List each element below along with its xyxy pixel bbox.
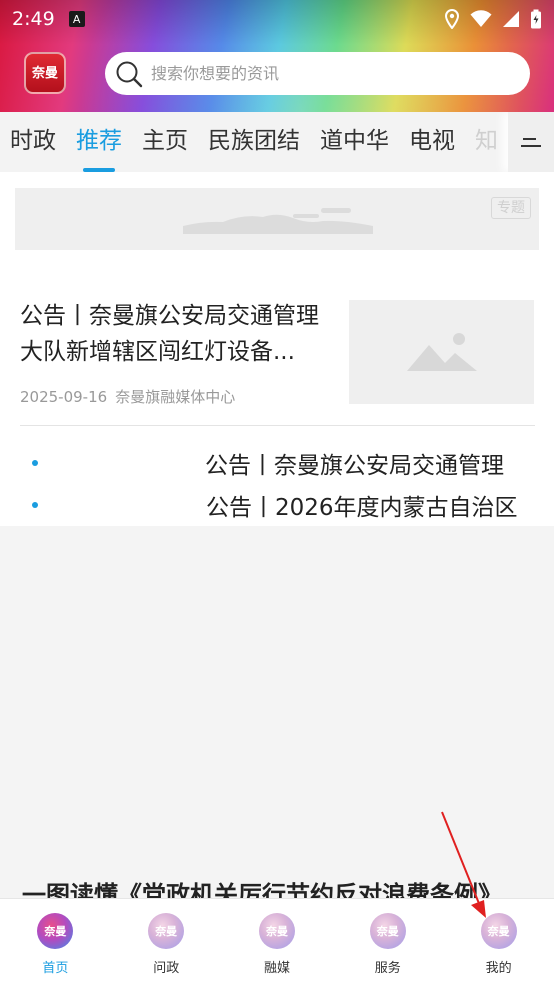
image-placeholder-icon <box>406 333 477 371</box>
app-header: 2:49 A 奈曼 <box>0 0 554 112</box>
channel-tabs: 时政 推荐 主页 民族团结 道中华 电视知 <box>0 112 554 172</box>
rongmei-icon: 奈曼 <box>258 913 295 949</box>
battery-icon <box>531 9 541 29</box>
nav-item-fuwu[interactable]: 奈曼 服务 <box>332 899 443 984</box>
nav-icon-logo-text: 奈曼 <box>155 925 178 938</box>
tab-dianshi[interactable]: 电视 <box>399 112 465 172</box>
marquee-item[interactable]: 公告丨奈曼旗公安局交通管理 <box>20 442 520 482</box>
content-loading-area <box>0 526 554 898</box>
tab-shizheng[interactable]: 时政 <box>0 112 66 172</box>
home-icon: 奈曼 <box>37 913 74 949</box>
app-logo[interactable]: 奈曼 <box>24 52 66 94</box>
tab-tuijian[interactable]: 推荐 <box>66 112 132 172</box>
partial-headline[interactable]: 一图读懂《党政机关厉行节约反对浪费条例》 <box>22 876 502 898</box>
nav-label: 我的 <box>485 961 512 976</box>
wenzheng-icon: 奈曼 <box>148 913 185 949</box>
tab-daozhonghua[interactable]: 道中华 <box>310 112 399 172</box>
banner-placeholder-icon <box>183 208 373 234</box>
nav-item-home[interactable]: 奈曼 首页 <box>0 899 111 984</box>
nav-label: 首页 <box>42 961 69 976</box>
search-input[interactable] <box>151 64 511 83</box>
announcement-marquee: 公告丨奈曼旗公安局交通管理 公告丨2026年度内蒙古自治区 <box>20 440 520 526</box>
wifi-icon <box>470 10 492 27</box>
nav-icon-logo-text: 奈曼 <box>376 925 399 938</box>
search-bar[interactable] <box>105 52 530 95</box>
status-icons <box>444 9 542 29</box>
news-source: 奈曼旗融媒体中心 <box>115 388 236 406</box>
app-logo-text: 奈曼 <box>31 65 58 81</box>
bottom-navigation: 奈曼 首页 奈曼 问政 奈曼 融媒 奈曼 服务 奈曼 我的 <box>0 898 554 984</box>
nav-icon-logo-text: 奈曼 <box>265 925 288 938</box>
nav-icon-logo-text: 奈曼 <box>487 925 510 938</box>
bullet-icon <box>32 460 38 466</box>
marquee-text: 公告丨2026年度内蒙古自治区 <box>206 495 518 521</box>
signal-icon <box>503 11 519 27</box>
status-time: 2:49 <box>12 8 55 30</box>
notification-badge-icon: A <box>68 11 85 27</box>
tabs-menu-button[interactable] <box>508 112 554 172</box>
tab-partial[interactable]: 知 <box>465 112 508 172</box>
nav-item-rongmei[interactable]: 奈曼 融媒 <box>222 899 333 984</box>
news-item[interactable]: 公告丨奈曼旗公安局交通管理大队新增辖区闯红灯设备... 2025-09-16 奈曼… <box>20 298 535 426</box>
tab-minzu-tuanjie[interactable]: 民族团结 <box>198 112 310 172</box>
location-icon <box>444 9 460 29</box>
news-meta: 2025-09-16 奈曼旗融媒体中心 <box>20 386 235 407</box>
nav-label: 融媒 <box>263 961 290 976</box>
search-icon <box>116 61 143 87</box>
special-topic-badge: 专题 <box>491 197 531 219</box>
nav-item-mine[interactable]: 奈曼 我的 <box>443 899 554 984</box>
marquee-text: 公告丨奈曼旗公安局交通管理 <box>205 453 504 479</box>
nav-label: 服务 <box>374 961 401 976</box>
marquee-item[interactable]: 公告丨2026年度内蒙古自治区 <box>20 484 520 524</box>
news-thumbnail <box>349 300 534 404</box>
nav-item-wenzheng[interactable]: 奈曼 问政 <box>111 899 222 984</box>
tab-zhuye[interactable]: 主页 <box>132 112 198 172</box>
nav-icon-logo-text: 奈曼 <box>44 925 67 938</box>
nav-label: 问政 <box>153 961 180 976</box>
profile-icon: 奈曼 <box>480 913 517 949</box>
channel-tabs-scroll[interactable]: 时政 推荐 主页 民族团结 道中华 电视知 <box>0 112 510 172</box>
news-title: 公告丨奈曼旗公安局交通管理大队新增辖区闯红灯设备... <box>20 303 319 365</box>
bullet-icon <box>32 502 38 508</box>
service-icon: 奈曼 <box>369 913 406 949</box>
menu-icon <box>521 138 541 147</box>
news-date: 2025-09-16 <box>20 388 108 406</box>
status-bar: 2:49 A <box>0 0 554 38</box>
special-topic-banner[interactable]: 专题 <box>15 188 539 250</box>
